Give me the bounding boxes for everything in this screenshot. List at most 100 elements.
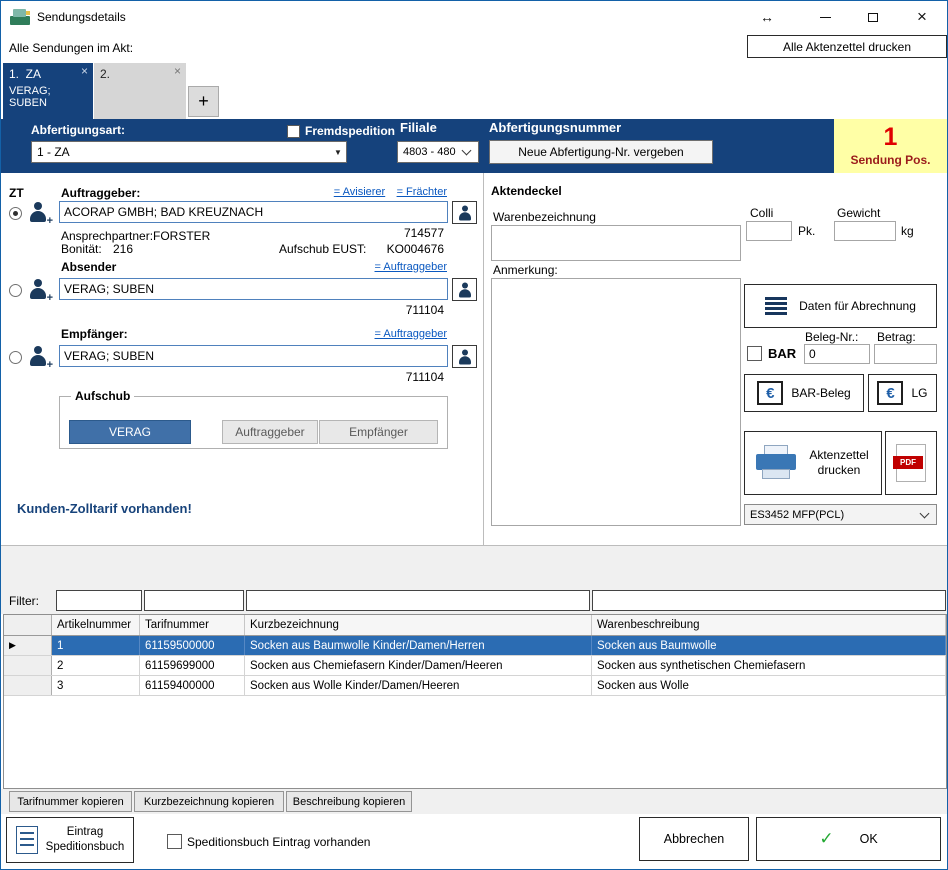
filter-tarifnummer-input[interactable]	[144, 590, 244, 611]
empfaenger-radio[interactable]	[9, 351, 22, 364]
ok-button[interactable]: ✓ OK	[756, 817, 941, 861]
absender-input[interactable]	[59, 278, 448, 300]
cell-warenbeschreibung[interactable]: Socken aus Wolle	[592, 676, 946, 695]
table-row-3[interactable]: 3 61159400000 Socken aus Wolle Kinder/Da…	[4, 676, 946, 696]
row-header[interactable]	[4, 656, 52, 675]
tab2-close-icon[interactable]: ×	[174, 64, 181, 78]
auftraggeber-lookup-button[interactable]	[452, 201, 477, 224]
dropdown-arrow-icon: ▼	[330, 148, 346, 157]
list-icon	[765, 297, 787, 316]
euro-icon: €	[757, 381, 783, 405]
lg-button[interactable]: € LG	[868, 374, 937, 412]
cell-warenbeschreibung[interactable]: Socken aus synthetischen Chemiefasern	[592, 656, 946, 675]
zt-label: ZT	[9, 186, 24, 200]
ansprechpartner-value: FORSTER	[153, 229, 210, 243]
bar-checkbox[interactable]	[747, 346, 762, 361]
aufschub-verag-button[interactable]: VERAG	[69, 420, 191, 444]
column-header-warenbeschreibung[interactable]: Warenbeschreibung	[592, 615, 946, 635]
filiale-select[interactable]: 4803 - 480	[397, 141, 479, 163]
printer-select[interactable]: ES3452 MFP(PCL)	[744, 504, 937, 525]
copy-tarifnummer-button[interactable]: Tarifnummer kopieren	[9, 791, 132, 812]
copy-kurzbezeichnung-button[interactable]: Kurzbezeichnung kopieren	[134, 791, 284, 812]
fraechter-link[interactable]: = Frächter	[397, 186, 447, 198]
cell-warenbeschreibung[interactable]: Socken aus Baumwolle	[592, 636, 946, 655]
pdf-button[interactable]: PDF	[885, 431, 937, 495]
absender-auftraggeber-link[interactable]: = Auftraggeber	[375, 261, 447, 273]
cell-tarifnummer[interactable]: 61159699000	[140, 656, 245, 675]
pk-label: Pk.	[798, 224, 815, 238]
person-add-icon-auftraggeber[interactable]: +	[27, 201, 49, 223]
person-icon	[456, 348, 473, 365]
tab1-close-icon[interactable]: ×	[81, 64, 88, 78]
tab-shipment-1[interactable]: 1. ZA × VERAG; SUBEN	[3, 63, 93, 119]
add-tab-button[interactable]: +	[188, 86, 219, 117]
maximize-button[interactable]	[849, 1, 897, 33]
sendungsdetails-window: Sendungsdetails ↔ × Alle Sendungen im Ak…	[0, 0, 948, 870]
app-icon	[10, 9, 30, 25]
copy-beschreibung-button[interactable]: Beschreibung kopieren	[286, 791, 412, 812]
cell-artikelnummer[interactable]: 2	[52, 656, 140, 675]
empfaenger-input[interactable]	[59, 345, 448, 367]
aufschub-legend: Aufschub	[71, 389, 134, 403]
person-plus-glyph: +	[47, 215, 53, 227]
zolltarif-note: Kunden-Zolltarif vorhanden!	[17, 501, 192, 517]
resize-arrows-icon[interactable]: ↔	[747, 1, 787, 33]
aufschub-empfaenger-button[interactable]: Empfänger	[319, 420, 438, 444]
minimize-button[interactable]	[801, 1, 849, 33]
cell-kurzbezeichnung[interactable]: Socken aus Chemiefasern Kinder/Damen/Hee…	[245, 656, 592, 675]
speditionsbuch-checkbox[interactable]	[167, 834, 182, 849]
cancel-button[interactable]: Abbrechen	[639, 817, 749, 861]
aufschub-auftraggeber-button[interactable]: Auftraggeber	[222, 420, 318, 444]
absender-lookup-button[interactable]	[452, 278, 477, 301]
person-add-icon-empfaenger[interactable]: +	[27, 345, 49, 367]
betrag-input[interactable]	[874, 344, 937, 364]
pdf-label: PDF	[893, 456, 923, 469]
cell-kurzbezeichnung[interactable]: Socken aus Wolle Kinder/Damen/Heeren	[245, 676, 592, 695]
row-header[interactable]: ▶	[4, 636, 52, 655]
neue-abfertigungsnummer-button[interactable]: Neue Abfertigung-Nr. vergeben	[489, 140, 713, 164]
daten-abrechnung-button[interactable]: Daten für Abrechnung	[744, 284, 937, 328]
cell-kurzbezeichnung[interactable]: Socken aus Baumwolle Kinder/Damen/Herren	[245, 636, 592, 655]
column-header-artikelnummer[interactable]: Artikelnummer	[52, 615, 140, 635]
bar-beleg-button[interactable]: € BAR-Beleg	[744, 374, 864, 412]
filter-artikelnummer-input[interactable]	[56, 590, 142, 611]
title-bar[interactable]: Sendungsdetails ↔ ×	[1, 1, 947, 33]
absender-radio[interactable]	[9, 284, 22, 297]
print-all-aktenzettel-button[interactable]: Alle Aktenzettel drucken	[747, 35, 947, 58]
auftraggeber-radio[interactable]	[9, 207, 22, 220]
tab2-title: 2.	[100, 67, 110, 81]
aktenzettel-drucken-button[interactable]: Aktenzettel drucken	[744, 431, 882, 495]
empfaenger-lookup-button[interactable]	[452, 345, 477, 368]
cell-artikelnummer[interactable]: 3	[52, 676, 140, 695]
filter-kurzbezeichnung-input[interactable]	[246, 590, 590, 611]
column-header-kurzbezeichnung[interactable]: Kurzbezeichnung	[245, 615, 592, 635]
fremdspedition-label: Fremdspedition	[305, 124, 395, 138]
close-button[interactable]: ×	[897, 1, 947, 33]
empfaenger-auftraggeber-link[interactable]: = Auftraggeber	[375, 328, 447, 340]
fremdspedition-checkbox[interactable]	[287, 125, 300, 138]
colli-input[interactable]	[746, 221, 792, 241]
beleg-nr-input[interactable]	[804, 344, 870, 364]
cell-tarifnummer[interactable]: 61159500000	[140, 636, 245, 655]
anmerkung-textarea[interactable]	[491, 278, 741, 526]
bar-beleg-label: BAR-Beleg	[791, 386, 850, 400]
avisierer-link[interactable]: = Avisierer	[334, 186, 385, 198]
column-header-tarifnummer[interactable]: Tarifnummer	[140, 615, 245, 635]
cell-tarifnummer[interactable]: 61159400000	[140, 676, 245, 695]
abfertigungsart-select[interactable]: 1 - ZA ▼	[31, 141, 347, 163]
table-row-2[interactable]: 2 61159699000 Socken aus Chemiefasern Ki…	[4, 656, 946, 676]
row-header[interactable]	[4, 676, 52, 695]
person-add-icon-absender[interactable]: +	[27, 278, 49, 300]
filter-warenbeschreibung-input[interactable]	[592, 590, 946, 611]
eintrag-speditionsbuch-button[interactable]: Eintrag Speditionsbuch	[6, 817, 134, 863]
pdf-icon: PDF	[896, 444, 926, 482]
table-row-1[interactable]: ▶ 1 61159500000 Socken aus Baumwolle Kin…	[4, 636, 946, 656]
aufschub-eust-value: KO004676	[384, 242, 444, 256]
warenbezeichnung-input[interactable]	[491, 225, 741, 261]
gewicht-input[interactable]	[834, 221, 896, 241]
auftraggeber-input[interactable]	[59, 201, 448, 223]
cell-artikelnummer[interactable]: 1	[52, 636, 140, 655]
aktendeckel-title: Aktendeckel	[491, 184, 562, 198]
tab-shipment-2[interactable]: 2. ×	[94, 63, 186, 119]
tab1-title: 1. ZA	[9, 67, 41, 81]
